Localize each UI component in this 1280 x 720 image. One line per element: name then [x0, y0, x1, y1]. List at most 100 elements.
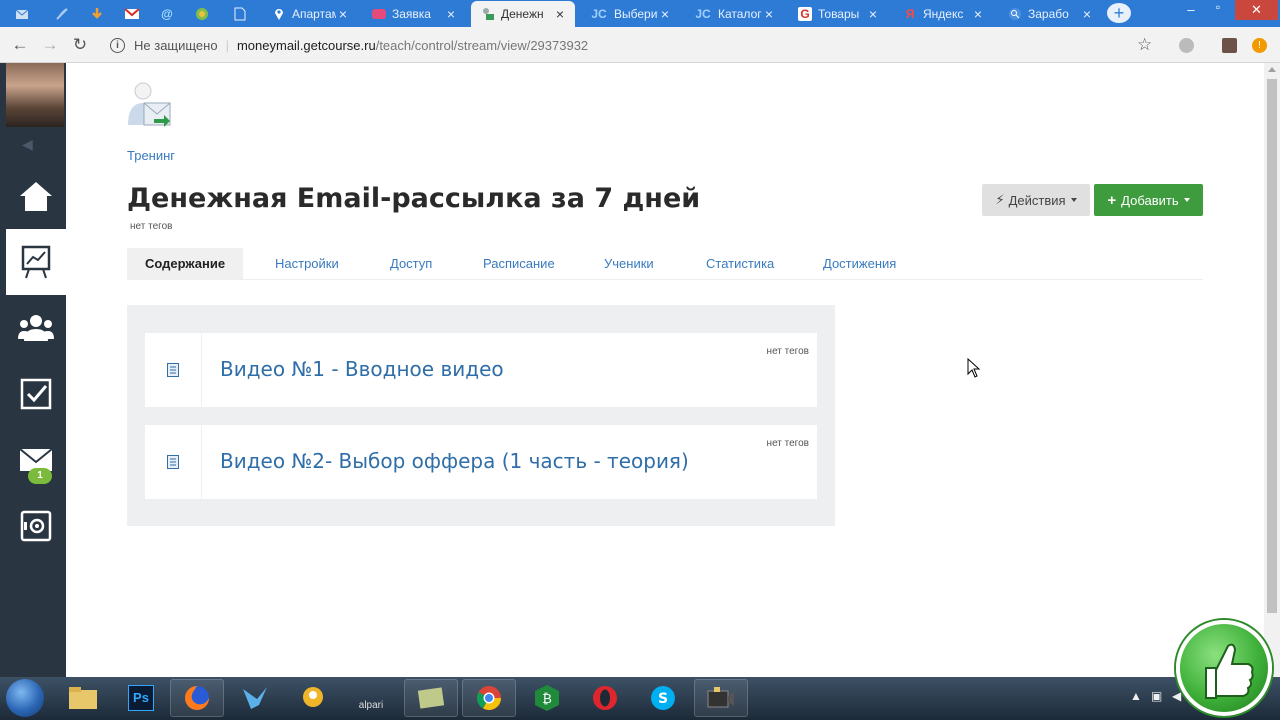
- tab-title: Товары: [818, 7, 860, 21]
- jc-icon: JC: [695, 7, 711, 21]
- sidebar-item-training[interactable]: [6, 229, 66, 295]
- browser-tab[interactable]: [50, 1, 74, 27]
- tab-access[interactable]: Доступ: [390, 248, 432, 279]
- lesson-title[interactable]: Видео №1 - Вводное видео: [220, 357, 504, 381]
- tab-achievements[interactable]: Достижения: [823, 248, 896, 279]
- browser-tab[interactable]: Зарабо ×: [998, 1, 1102, 27]
- lesson-tags: нет тегов: [766, 346, 809, 357]
- lesson-title[interactable]: Видео №2- Выбор оффера (1 часть - теория…: [220, 449, 689, 473]
- close-window-button[interactable]: ✕: [1235, 0, 1278, 20]
- scrollbar-thumb[interactable]: [1267, 79, 1277, 613]
- forward-button[interactable]: →: [40, 35, 60, 55]
- reload-button[interactable]: ↻: [70, 35, 90, 55]
- taskbar-item-photoshop[interactable]: Ps: [114, 679, 168, 717]
- close-icon[interactable]: ×: [762, 6, 776, 22]
- page-scrollbar[interactable]: [1264, 63, 1280, 677]
- feather-icon: [55, 7, 69, 21]
- browser-tab[interactable]: Заявка ×: [362, 1, 466, 27]
- messages-count-badge: 1: [28, 468, 52, 484]
- url-path: /teach/control/stream/view/29373932: [375, 37, 589, 53]
- taskbar-item-opera[interactable]: [578, 679, 632, 717]
- taskbar-item-skype[interactable]: S: [636, 679, 690, 717]
- profile-avatar[interactable]: [1222, 38, 1237, 53]
- back-button[interactable]: ←: [10, 35, 30, 55]
- tab-title: Выберит: [614, 7, 658, 21]
- tab-statistics[interactable]: Статистика: [706, 248, 774, 279]
- tab-schedule[interactable]: Расписание: [483, 248, 555, 279]
- browser-tab[interactable]: @: [155, 1, 179, 27]
- taskbar-item-camera[interactable]: [694, 679, 748, 717]
- actions-button[interactable]: ⚡ Действия: [982, 184, 1090, 216]
- browser-tab[interactable]: JC Выберит ×: [580, 1, 680, 27]
- users-icon: [18, 315, 54, 341]
- browser-tab[interactable]: [10, 1, 34, 27]
- svg-text:₿: ₿: [542, 692, 552, 707]
- taskbar-item-firefox[interactable]: [170, 679, 224, 717]
- getcourse-icon: [481, 7, 495, 21]
- start-button[interactable]: [6, 679, 44, 717]
- tab-content[interactable]: Содержание: [127, 248, 244, 279]
- mouse-cursor-icon: [967, 357, 981, 383]
- browser-tab[interactable]: Апартам ×: [262, 1, 358, 27]
- lessons-panel: Видео №1 - Вводное видео нет тегов Видео…: [127, 305, 835, 526]
- close-icon[interactable]: ×: [866, 6, 880, 22]
- jc-icon: JC: [591, 7, 607, 21]
- browser-tab[interactable]: [120, 1, 144, 27]
- taskbar-item-notes[interactable]: [404, 679, 458, 717]
- add-label: Добавить: [1121, 192, 1179, 208]
- close-icon[interactable]: ×: [971, 6, 985, 22]
- tray-arrow-icon[interactable]: ▲: [1130, 689, 1142, 703]
- close-icon[interactable]: ×: [1080, 6, 1094, 22]
- browser-tab[interactable]: [85, 1, 109, 27]
- scroll-up-icon[interactable]: [1268, 67, 1276, 72]
- address-bar[interactable]: i Не защищено | moneymail.getcourse.ru/t…: [104, 31, 1164, 59]
- sidebar-item-home[interactable]: [6, 163, 66, 229]
- divider: |: [225, 37, 229, 53]
- taskbar-item-agent[interactable]: [286, 679, 340, 717]
- sidebar-item-settings[interactable]: [6, 493, 66, 559]
- browser-tab[interactable]: Я Яндекс ×: [893, 1, 993, 27]
- mail-icon: [15, 7, 29, 21]
- lightning-icon: ⚡: [995, 192, 1005, 207]
- sidebar-item-users[interactable]: [6, 295, 66, 361]
- chat-icon: [303, 687, 323, 707]
- browser-tab[interactable]: [190, 1, 214, 27]
- page-title: Денежная Email-рассылка за 7 дней: [127, 183, 701, 214]
- bitcoin-icon: ₿: [535, 685, 559, 711]
- maximize-button[interactable]: ▫: [1205, 0, 1231, 14]
- tab-title: Зарабо: [1028, 7, 1069, 21]
- close-icon[interactable]: ×: [444, 6, 458, 22]
- lesson-item[interactable]: Видео №1 - Вводное видео нет тегов: [145, 333, 817, 407]
- main-content: Тренинг Денежная Email-рассылка за 7 дне…: [66, 63, 1264, 677]
- close-icon[interactable]: ×: [336, 6, 350, 22]
- new-tab-button[interactable]: +: [1107, 3, 1131, 23]
- extension-icon[interactable]: [1179, 38, 1194, 53]
- sidebar-item-tasks[interactable]: [6, 361, 66, 427]
- close-icon[interactable]: ×: [553, 6, 567, 22]
- close-icon[interactable]: ×: [658, 6, 672, 22]
- taskbar-item-explorer[interactable]: [56, 679, 110, 717]
- lesson-item[interactable]: Видео №2- Выбор оффера (1 часть - теория…: [145, 425, 817, 499]
- browser-tab[interactable]: JC Каталог ×: [684, 1, 784, 27]
- info-icon[interactable]: i: [110, 37, 125, 53]
- browser-tab-strip: @ Апартам × Заявка × Денежн × JC Выберит…: [0, 0, 1280, 27]
- browser-tab[interactable]: [228, 1, 252, 27]
- taskbar-item-hummingbird[interactable]: [228, 679, 282, 717]
- breadcrumb[interactable]: Тренинг: [127, 148, 175, 163]
- sound-icon[interactable]: ◀: [22, 136, 33, 153]
- taskbar-item-alpari[interactable]: alpari: [344, 679, 398, 717]
- browser-tab-active[interactable]: Денежн ×: [471, 1, 575, 27]
- safe-icon: [20, 510, 52, 542]
- add-button[interactable]: + Добавить: [1094, 184, 1203, 216]
- bookmark-star-icon[interactable]: ☆: [1137, 35, 1152, 55]
- update-icon[interactable]: !: [1252, 38, 1267, 53]
- taskbar-item-chrome[interactable]: [462, 679, 516, 717]
- minimize-button[interactable]: –: [1178, 3, 1204, 16]
- svg-text:S: S: [658, 691, 668, 707]
- browser-tab[interactable]: G Товары ×: [788, 1, 888, 27]
- tab-students[interactable]: Ученики: [604, 248, 654, 279]
- taskbar-item-bitcoin[interactable]: ₿: [520, 679, 574, 717]
- tab-settings[interactable]: Настройки: [275, 248, 339, 279]
- alpari-icon: alpari: [358, 699, 384, 711]
- tray-network-icon[interactable]: ▣: [1151, 689, 1162, 703]
